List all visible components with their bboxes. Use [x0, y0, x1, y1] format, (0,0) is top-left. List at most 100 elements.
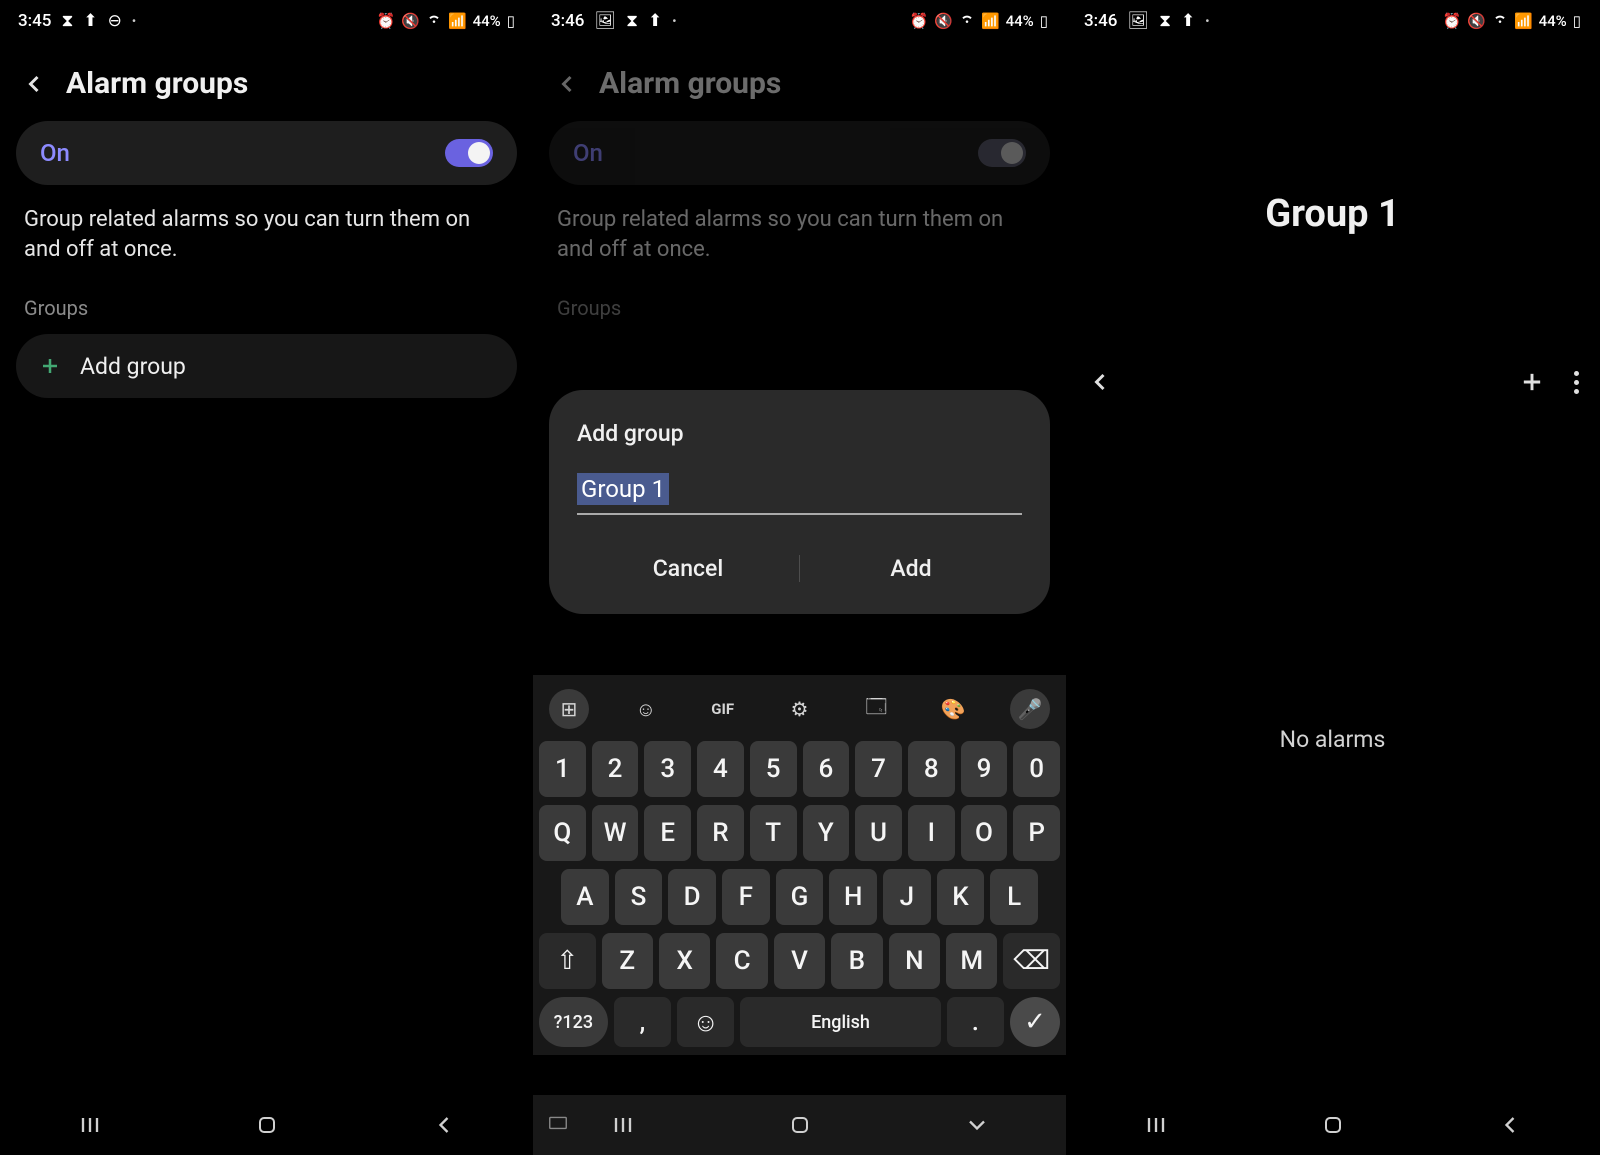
nav-bar: [533, 1095, 1066, 1155]
key-k[interactable]: K: [937, 869, 985, 925]
battery-percent: 44%: [1006, 12, 1034, 30]
upload-icon: ⬆: [648, 11, 662, 31]
kb-apps-icon[interactable]: ⊞: [549, 689, 589, 729]
period-key[interactable]: .: [947, 997, 1004, 1047]
key-8[interactable]: 8: [908, 741, 955, 797]
screen-add-group-dialog: 3:46 🖼 ⧗ ⬆ • ⏰ 🔇 📶 44% ▯ Alarm groups On…: [533, 0, 1066, 1155]
recents-icon[interactable]: [1142, 1111, 1170, 1139]
kb-switch-icon[interactable]: [547, 1111, 569, 1137]
master-toggle-row[interactable]: On: [16, 121, 517, 185]
key-6[interactable]: 6: [803, 741, 850, 797]
key-v[interactable]: V: [774, 933, 825, 989]
signal-icon: 📶: [448, 12, 467, 30]
empty-state-text: No alarms: [1066, 726, 1599, 753]
key-z[interactable]: Z: [602, 933, 653, 989]
shift-key[interactable]: ⇧: [539, 933, 596, 989]
add-alarm-icon[interactable]: [1518, 368, 1546, 396]
kb-row-numbers: 1234567890: [539, 741, 1060, 797]
key-b[interactable]: B: [831, 933, 882, 989]
status-bar: 3:46 🖼 ⧗ ⬆ • ⏰ 🔇 📶 44% ▯: [533, 0, 1066, 42]
toggle-switch[interactable]: [445, 139, 493, 167]
key-o[interactable]: O: [961, 805, 1008, 861]
key-l[interactable]: L: [990, 869, 1038, 925]
more-options-icon[interactable]: [1574, 371, 1579, 394]
home-icon[interactable]: [1321, 1113, 1345, 1137]
dnd-icon: ⊖: [108, 11, 122, 31]
key-d[interactable]: D: [668, 869, 716, 925]
upload-icon: ⬆: [1181, 11, 1195, 31]
key-5[interactable]: 5: [750, 741, 797, 797]
kb-sticker-icon[interactable]: ☺: [626, 689, 666, 729]
cancel-button[interactable]: Cancel: [577, 541, 799, 596]
wifi-icon: [959, 11, 975, 31]
key-n[interactable]: N: [889, 933, 940, 989]
image-icon: 🖼: [1127, 11, 1149, 31]
key-4[interactable]: 4: [697, 741, 744, 797]
back-nav-icon[interactable]: [1496, 1111, 1524, 1139]
kb-row-zxcv: ⇧ ZXCVBNM ⌫: [539, 933, 1060, 989]
battery-percent: 44%: [473, 12, 501, 30]
recents-icon[interactable]: [76, 1111, 104, 1139]
add-group-dialog: Add group Group 1 Cancel Add: [549, 390, 1050, 614]
key-x[interactable]: X: [659, 933, 710, 989]
recents-icon[interactable]: [609, 1111, 637, 1139]
key-s[interactable]: S: [615, 869, 663, 925]
signal-icon: 📶: [1514, 12, 1533, 30]
home-icon[interactable]: [788, 1113, 812, 1137]
key-0[interactable]: 0: [1013, 741, 1060, 797]
kb-gif-icon[interactable]: GIF: [703, 689, 743, 729]
key-y[interactable]: Y: [803, 805, 850, 861]
backspace-key[interactable]: ⌫: [1003, 933, 1060, 989]
back-icon[interactable]: [20, 70, 48, 98]
key-1[interactable]: 1: [539, 741, 586, 797]
key-m[interactable]: M: [946, 933, 997, 989]
key-e[interactable]: E: [644, 805, 691, 861]
key-q[interactable]: Q: [539, 805, 586, 861]
kb-hide-icon[interactable]: [963, 1111, 991, 1139]
key-j[interactable]: J: [883, 869, 931, 925]
kb-row-asdf: ASDFGHJKL: [539, 869, 1060, 925]
home-icon[interactable]: [255, 1113, 279, 1137]
key-t[interactable]: T: [750, 805, 797, 861]
key-f[interactable]: F: [722, 869, 770, 925]
add-group-button[interactable]: Add group: [16, 334, 517, 398]
group-toolbar: [1066, 368, 1599, 396]
toggle-label: On: [573, 139, 603, 167]
hourglass-icon: ⧗: [1159, 11, 1171, 31]
add-button[interactable]: Add: [800, 541, 1022, 596]
key-3[interactable]: 3: [644, 741, 691, 797]
key-7[interactable]: 7: [855, 741, 902, 797]
key-2[interactable]: 2: [592, 741, 639, 797]
key-h[interactable]: H: [829, 869, 877, 925]
emoji-key[interactable]: ☺: [677, 997, 734, 1047]
kb-translate-icon[interactable]: 🗔: [856, 689, 896, 729]
symbols-key[interactable]: ?123: [539, 997, 608, 1047]
kb-mic-icon[interactable]: 🎤: [1010, 689, 1050, 729]
space-key[interactable]: English: [740, 997, 940, 1047]
key-g[interactable]: G: [776, 869, 824, 925]
nav-bar: [1066, 1095, 1599, 1155]
key-c[interactable]: C: [716, 933, 767, 989]
group-name-input[interactable]: Group 1: [577, 473, 669, 505]
comma-key[interactable]: ,: [614, 997, 671, 1047]
kb-row-qwerty: QWERTYUIOP: [539, 805, 1060, 861]
key-w[interactable]: W: [592, 805, 639, 861]
back-nav-icon[interactable]: [430, 1111, 458, 1139]
key-9[interactable]: 9: [961, 741, 1008, 797]
key-r[interactable]: R: [697, 805, 744, 861]
dialog-title: Add group: [577, 420, 1022, 447]
key-u[interactable]: U: [855, 805, 902, 861]
key-p[interactable]: P: [1013, 805, 1060, 861]
back-icon[interactable]: [1086, 368, 1114, 396]
more-indicator: •: [672, 14, 676, 28]
key-i[interactable]: I: [908, 805, 955, 861]
plus-icon: [38, 354, 62, 378]
kb-settings-icon[interactable]: ⚙: [779, 689, 819, 729]
master-toggle-row: On: [549, 121, 1050, 185]
battery-icon: ▯: [1573, 12, 1581, 30]
kb-palette-icon[interactable]: 🎨: [933, 689, 973, 729]
screen-group-detail: 3:46 🖼 ⧗ ⬆ • ⏰ 🔇 📶 44% ▯ Group 1 No alar…: [1066, 0, 1599, 1155]
group-title: Group 1: [1066, 42, 1599, 236]
key-a[interactable]: A: [561, 869, 609, 925]
enter-key[interactable]: ✓: [1010, 997, 1060, 1047]
